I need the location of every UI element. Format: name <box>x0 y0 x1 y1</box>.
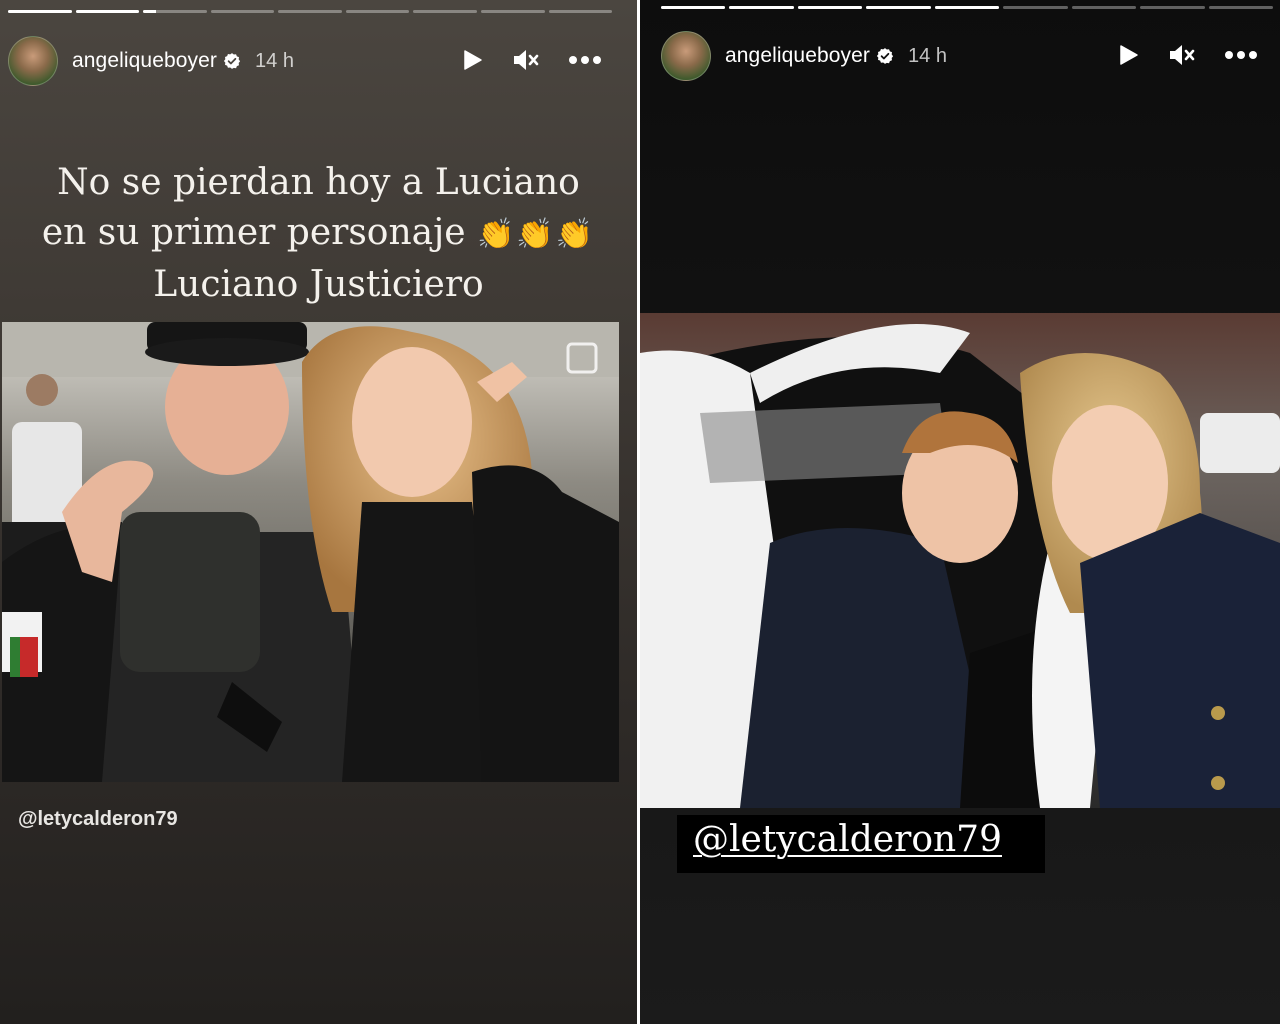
story-header: angeliqueboyer 14 h <box>8 36 294 86</box>
mention-tag[interactable]: @letycalderon79 <box>677 815 1045 873</box>
progress-segment <box>210 10 275 13</box>
caption-line-2: en su primer personaje 👏👏👏 <box>20 208 617 260</box>
progress-segment <box>1003 6 1068 9</box>
play-icon[interactable] <box>1116 43 1140 67</box>
story-caption: No se pierdan hoy a Luciano en su primer… <box>20 158 617 310</box>
progress-segment <box>1140 6 1205 9</box>
avatar[interactable] <box>661 31 711 81</box>
story-header: angeliqueboyer 14 h <box>661 31 947 81</box>
muted-speaker-icon[interactable] <box>1168 43 1196 67</box>
more-options-icon[interactable] <box>1224 50 1258 60</box>
progress-segment <box>345 10 410 13</box>
progress-segment <box>548 10 613 13</box>
username[interactable]: angeliqueboyer <box>72 49 217 73</box>
verified-badge-icon <box>876 48 894 64</box>
story-panel-left: angeliqueboyer 14 h No se pierdan hoy a … <box>0 0 637 1024</box>
muted-speaker-icon[interactable] <box>512 48 540 72</box>
progress-segment-fill <box>143 10 156 13</box>
avatar[interactable] <box>8 36 58 86</box>
progress-segment <box>278 10 342 13</box>
progress-segment-fill <box>8 10 72 13</box>
story-progress-bar <box>661 6 1273 9</box>
more-options-icon[interactable] <box>568 55 602 65</box>
play-icon[interactable] <box>460 48 484 72</box>
progress-segment <box>8 10 72 13</box>
progress-segment <box>75 10 140 13</box>
progress-segment <box>143 10 207 13</box>
progress-segment <box>480 10 545 13</box>
username[interactable]: angeliqueboyer <box>725 44 870 68</box>
progress-segment <box>934 6 1000 9</box>
clapping-hands-emoji: 👏👏👏 <box>477 217 596 252</box>
progress-segment <box>1071 6 1137 9</box>
progress-segment <box>413 10 477 13</box>
progress-segment-fill <box>797 6 863 9</box>
mention-text[interactable]: @letycalderon79 <box>693 819 1002 860</box>
progress-segment-fill <box>661 6 726 9</box>
caption-line-1: No se pierdan hoy a Luciano <box>57 162 580 203</box>
post-time: 14 h <box>255 49 294 72</box>
progress-segment <box>1208 6 1273 9</box>
story-photo <box>640 313 1280 808</box>
progress-segment-fill <box>866 6 931 9</box>
progress-segment <box>797 6 863 9</box>
progress-segment <box>729 6 794 9</box>
mention-tag[interactable]: @letycalderon79 <box>18 808 178 831</box>
progress-segment <box>866 6 931 9</box>
progress-segment-fill <box>934 6 1000 9</box>
progress-segment-fill <box>75 10 140 13</box>
story-progress-bar <box>8 10 613 13</box>
story-photo <box>2 322 619 782</box>
verified-badge-icon <box>223 53 241 69</box>
post-time: 14 h <box>908 44 947 67</box>
caption-line-3: Luciano Justiciero <box>153 264 484 305</box>
progress-segment <box>661 6 726 9</box>
progress-segment-fill <box>729 6 794 9</box>
story-panel-right: angeliqueboyer 14 h @letycalderon79 <box>640 0 1280 1024</box>
